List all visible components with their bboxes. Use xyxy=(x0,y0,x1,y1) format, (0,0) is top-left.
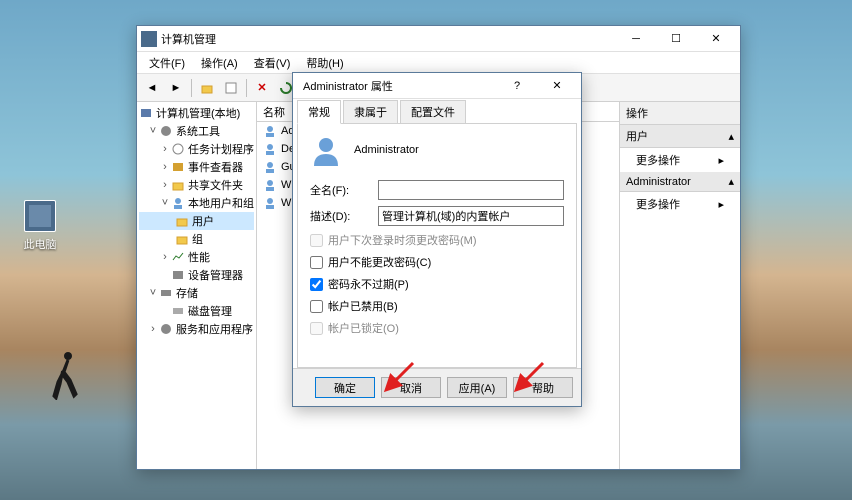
username-label: Administrator xyxy=(354,144,419,156)
dialog-help-button[interactable]: 帮助 xyxy=(513,377,573,398)
ok-button[interactable]: 确定 xyxy=(315,377,375,398)
user-icon xyxy=(310,134,342,166)
minimize-button[interactable]: ─ xyxy=(616,28,656,50)
full-name-input[interactable] xyxy=(378,180,564,200)
chevron-right-icon: ▸ xyxy=(718,198,724,211)
tree-services-apps[interactable]: ›服务和应用程序 xyxy=(139,320,254,338)
check-disabled[interactable]: 帐户已禁用(B) xyxy=(310,298,564,314)
dialog-close-button[interactable]: ✕ xyxy=(537,75,577,97)
tab-content-general: Administrator 全名(F): 描述(D): 用户下次登录时须更改密码… xyxy=(297,123,577,368)
check-cannot-change-box[interactable] xyxy=(310,256,323,269)
actions-pane-title: 操作 xyxy=(620,102,740,125)
menu-action[interactable]: 操作(A) xyxy=(193,53,246,73)
close-button[interactable]: ✕ xyxy=(696,28,736,50)
delete-button[interactable]: ✕ xyxy=(251,77,273,99)
chevron-right-icon: ▸ xyxy=(718,154,724,167)
actions-section-users[interactable]: 用户▴ xyxy=(620,125,740,148)
apply-button[interactable]: 应用(A) xyxy=(447,377,507,398)
tabstrip: 常规 隶属于 配置文件 xyxy=(293,99,581,123)
tree-root[interactable]: 计算机管理(本地) xyxy=(139,104,254,122)
dialog-title: Administrator 属性 xyxy=(297,78,497,94)
check-never-expires[interactable]: 密码永不过期(P) xyxy=(310,276,564,292)
check-never-expires-box[interactable] xyxy=(310,278,323,291)
tree-local-users[interactable]: ˅本地用户和组 xyxy=(139,194,254,212)
up-button[interactable] xyxy=(196,77,218,99)
back-button[interactable]: ◄ xyxy=(141,77,163,99)
check-must-change: 用户下次登录时须更改密码(M) xyxy=(310,232,564,248)
tree-users[interactable]: 用户 xyxy=(139,212,254,230)
cancel-button[interactable]: 取消 xyxy=(381,377,441,398)
tree-storage[interactable]: ˅存储 xyxy=(139,284,254,302)
collapse-icon: ▴ xyxy=(728,175,734,188)
tree-event-viewer[interactable]: ›事件查看器 xyxy=(139,158,254,176)
tree-pane[interactable]: 计算机管理(本地) ˅系统工具 ›任务计划程序 ›事件查看器 ›共享文件夹 ˅本… xyxy=(137,102,257,469)
dialog-titlebar[interactable]: Administrator 属性 ? ✕ xyxy=(293,73,581,99)
properties-dialog: Administrator 属性 ? ✕ 常规 隶属于 配置文件 Adminis… xyxy=(292,72,582,407)
dialog-button-row: 确定 取消 应用(A) 帮助 xyxy=(293,368,581,406)
tree-groups[interactable]: 组 xyxy=(139,230,254,248)
action-more-users[interactable]: 更多操作▸ xyxy=(620,148,740,172)
check-must-change-box xyxy=(310,234,323,247)
tree-shared-folders[interactable]: ›共享文件夹 xyxy=(139,176,254,194)
check-locked-box xyxy=(310,322,323,335)
properties-button[interactable] xyxy=(220,77,242,99)
full-name-label: 全名(F): xyxy=(310,182,378,198)
actions-pane: 操作 用户▴ 更多操作▸ Administrator▴ 更多操作▸ xyxy=(620,102,740,469)
maximize-button[interactable]: ☐ xyxy=(656,28,696,50)
menu-view[interactable]: 查看(V) xyxy=(246,53,299,73)
tree-task-scheduler[interactable]: ›任务计划程序 xyxy=(139,140,254,158)
tree-device-mgr[interactable]: 设备管理器 xyxy=(139,266,254,284)
actions-section-admin[interactable]: Administrator▴ xyxy=(620,172,740,192)
check-locked: 帐户已锁定(O) xyxy=(310,320,564,336)
tree-system-tools[interactable]: ˅系统工具 xyxy=(139,122,254,140)
desktop-icon-this-pc[interactable]: 此电脑 xyxy=(15,200,65,252)
check-cannot-change[interactable]: 用户不能更改密码(C) xyxy=(310,254,564,270)
help-button[interactable]: ? xyxy=(497,75,537,97)
collapse-icon: ▴ xyxy=(728,130,734,143)
mgmt-titlebar[interactable]: 计算机管理 ─ ☐ ✕ xyxy=(137,26,740,52)
menu-file[interactable]: 文件(F) xyxy=(141,53,193,73)
description-input[interactable] xyxy=(378,206,564,226)
app-icon xyxy=(141,31,157,47)
menubar: 文件(F) 操作(A) 查看(V) 帮助(H) xyxy=(137,52,740,74)
forward-button[interactable]: ► xyxy=(165,77,187,99)
tab-member-of[interactable]: 隶属于 xyxy=(343,100,398,123)
check-disabled-box[interactable] xyxy=(310,300,323,313)
mgmt-title: 计算机管理 xyxy=(161,31,616,47)
tree-disk-mgmt[interactable]: 磁盘管理 xyxy=(139,302,254,320)
description-label: 描述(D): xyxy=(310,208,378,224)
action-more-admin[interactable]: 更多操作▸ xyxy=(620,192,740,216)
tree-performance[interactable]: ›性能 xyxy=(139,248,254,266)
desktop-icon-label: 此电脑 xyxy=(15,236,65,252)
menu-help[interactable]: 帮助(H) xyxy=(298,53,351,73)
computer-icon xyxy=(24,200,56,232)
tab-general[interactable]: 常规 xyxy=(297,100,341,124)
tab-profile[interactable]: 配置文件 xyxy=(400,100,466,123)
